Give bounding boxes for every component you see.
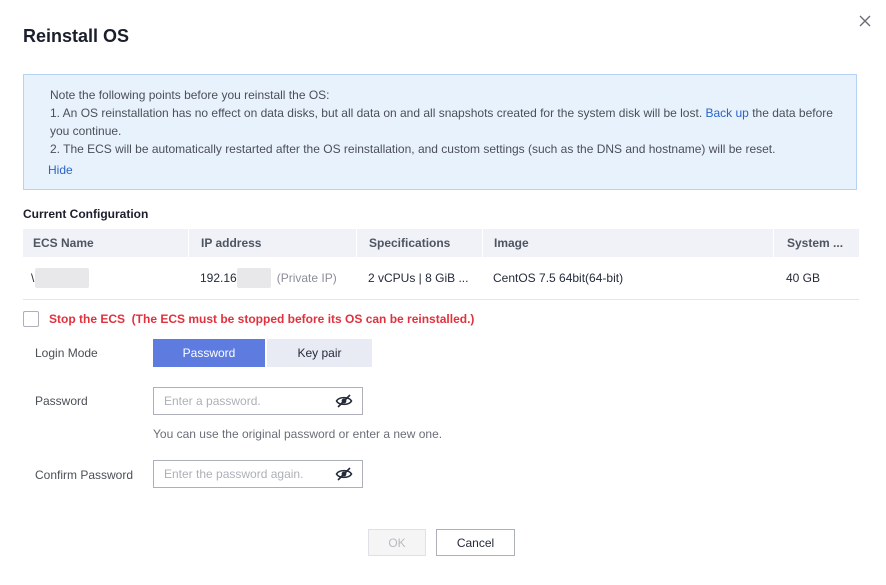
ip-text: 192.16 xyxy=(200,271,237,285)
specs-cell: 2 vCPUs | 8 GiB ... xyxy=(368,271,469,285)
backup-link[interactable]: Back up xyxy=(706,106,749,120)
header-ip-address: IP address xyxy=(188,229,356,257)
notice-panel: Note the following points before you rei… xyxy=(23,74,857,190)
ok-button[interactable]: OK xyxy=(368,529,426,556)
password-label: Password xyxy=(35,394,88,408)
image-cell: CentOS 7.5 64bit(64-bit) xyxy=(493,271,624,285)
current-configuration-title: Current Configuration xyxy=(23,207,149,221)
configuration-table: ECS Name IP address Specifications Image… xyxy=(23,229,859,300)
confirm-password-label: Confirm Password xyxy=(35,468,134,482)
password-placeholder: Enter a password. xyxy=(164,394,261,408)
notice-line-2-text: 1. An OS reinstallation has no effect on… xyxy=(50,106,703,120)
confirm-password-input[interactable]: Enter the password again. xyxy=(153,460,363,488)
table-header: ECS Name IP address Specifications Image… xyxy=(23,229,859,257)
stop-ecs-row: Stop the ECS (The ECS must be stopped be… xyxy=(23,310,474,328)
login-mode-keypair-option[interactable]: Key pair xyxy=(267,339,372,367)
cancel-button[interactable]: Cancel xyxy=(436,529,515,556)
dialog-title: Reinstall OS xyxy=(23,26,130,46)
header-specifications: Specifications xyxy=(356,229,482,257)
ip-note: (Private IP) xyxy=(276,271,337,285)
notice-line-3: you continue. xyxy=(50,124,122,138)
table-row: \ 192.16 (Private IP) 2 vCPUs | 8 GiB ..… xyxy=(23,257,859,300)
login-mode-password-option[interactable]: Password xyxy=(153,339,265,367)
password-input[interactable]: Enter a password. xyxy=(153,387,363,415)
system-disk-cell: 40 GB xyxy=(786,271,821,285)
stop-ecs-label: Stop the ECS (The ECS must be stopped be… xyxy=(49,312,475,326)
ecs-name-text: \ xyxy=(31,271,35,285)
login-mode-label: Login Mode xyxy=(35,346,98,360)
eye-off-icon[interactable] xyxy=(335,466,353,482)
redacted-ecs-name xyxy=(35,268,90,288)
notice-line-2: 1. An OS reinstallation has no effect on… xyxy=(50,105,833,121)
notice-line-1: Note the following points before you rei… xyxy=(50,88,330,102)
redacted-ip xyxy=(236,268,271,288)
password-hint: You can use the original password or ent… xyxy=(153,427,443,441)
header-ecs-name: ECS Name xyxy=(33,236,94,250)
notice-line-4: 2. The ECS will be automatically restart… xyxy=(50,142,776,156)
eye-off-icon[interactable] xyxy=(335,393,353,409)
close-icon[interactable] xyxy=(856,12,874,30)
stop-ecs-checkbox[interactable] xyxy=(23,311,39,327)
header-system-disk: System ... xyxy=(773,229,859,257)
ecs-name-cell: \ xyxy=(23,257,188,299)
header-image: Image xyxy=(482,229,773,257)
ip-cell: 192.16 (Private IP) xyxy=(188,257,356,299)
confirm-password-placeholder: Enter the password again. xyxy=(164,467,304,481)
hide-link[interactable]: Hide xyxy=(48,163,73,177)
notice-line-2-suffix: the data before xyxy=(752,106,833,120)
